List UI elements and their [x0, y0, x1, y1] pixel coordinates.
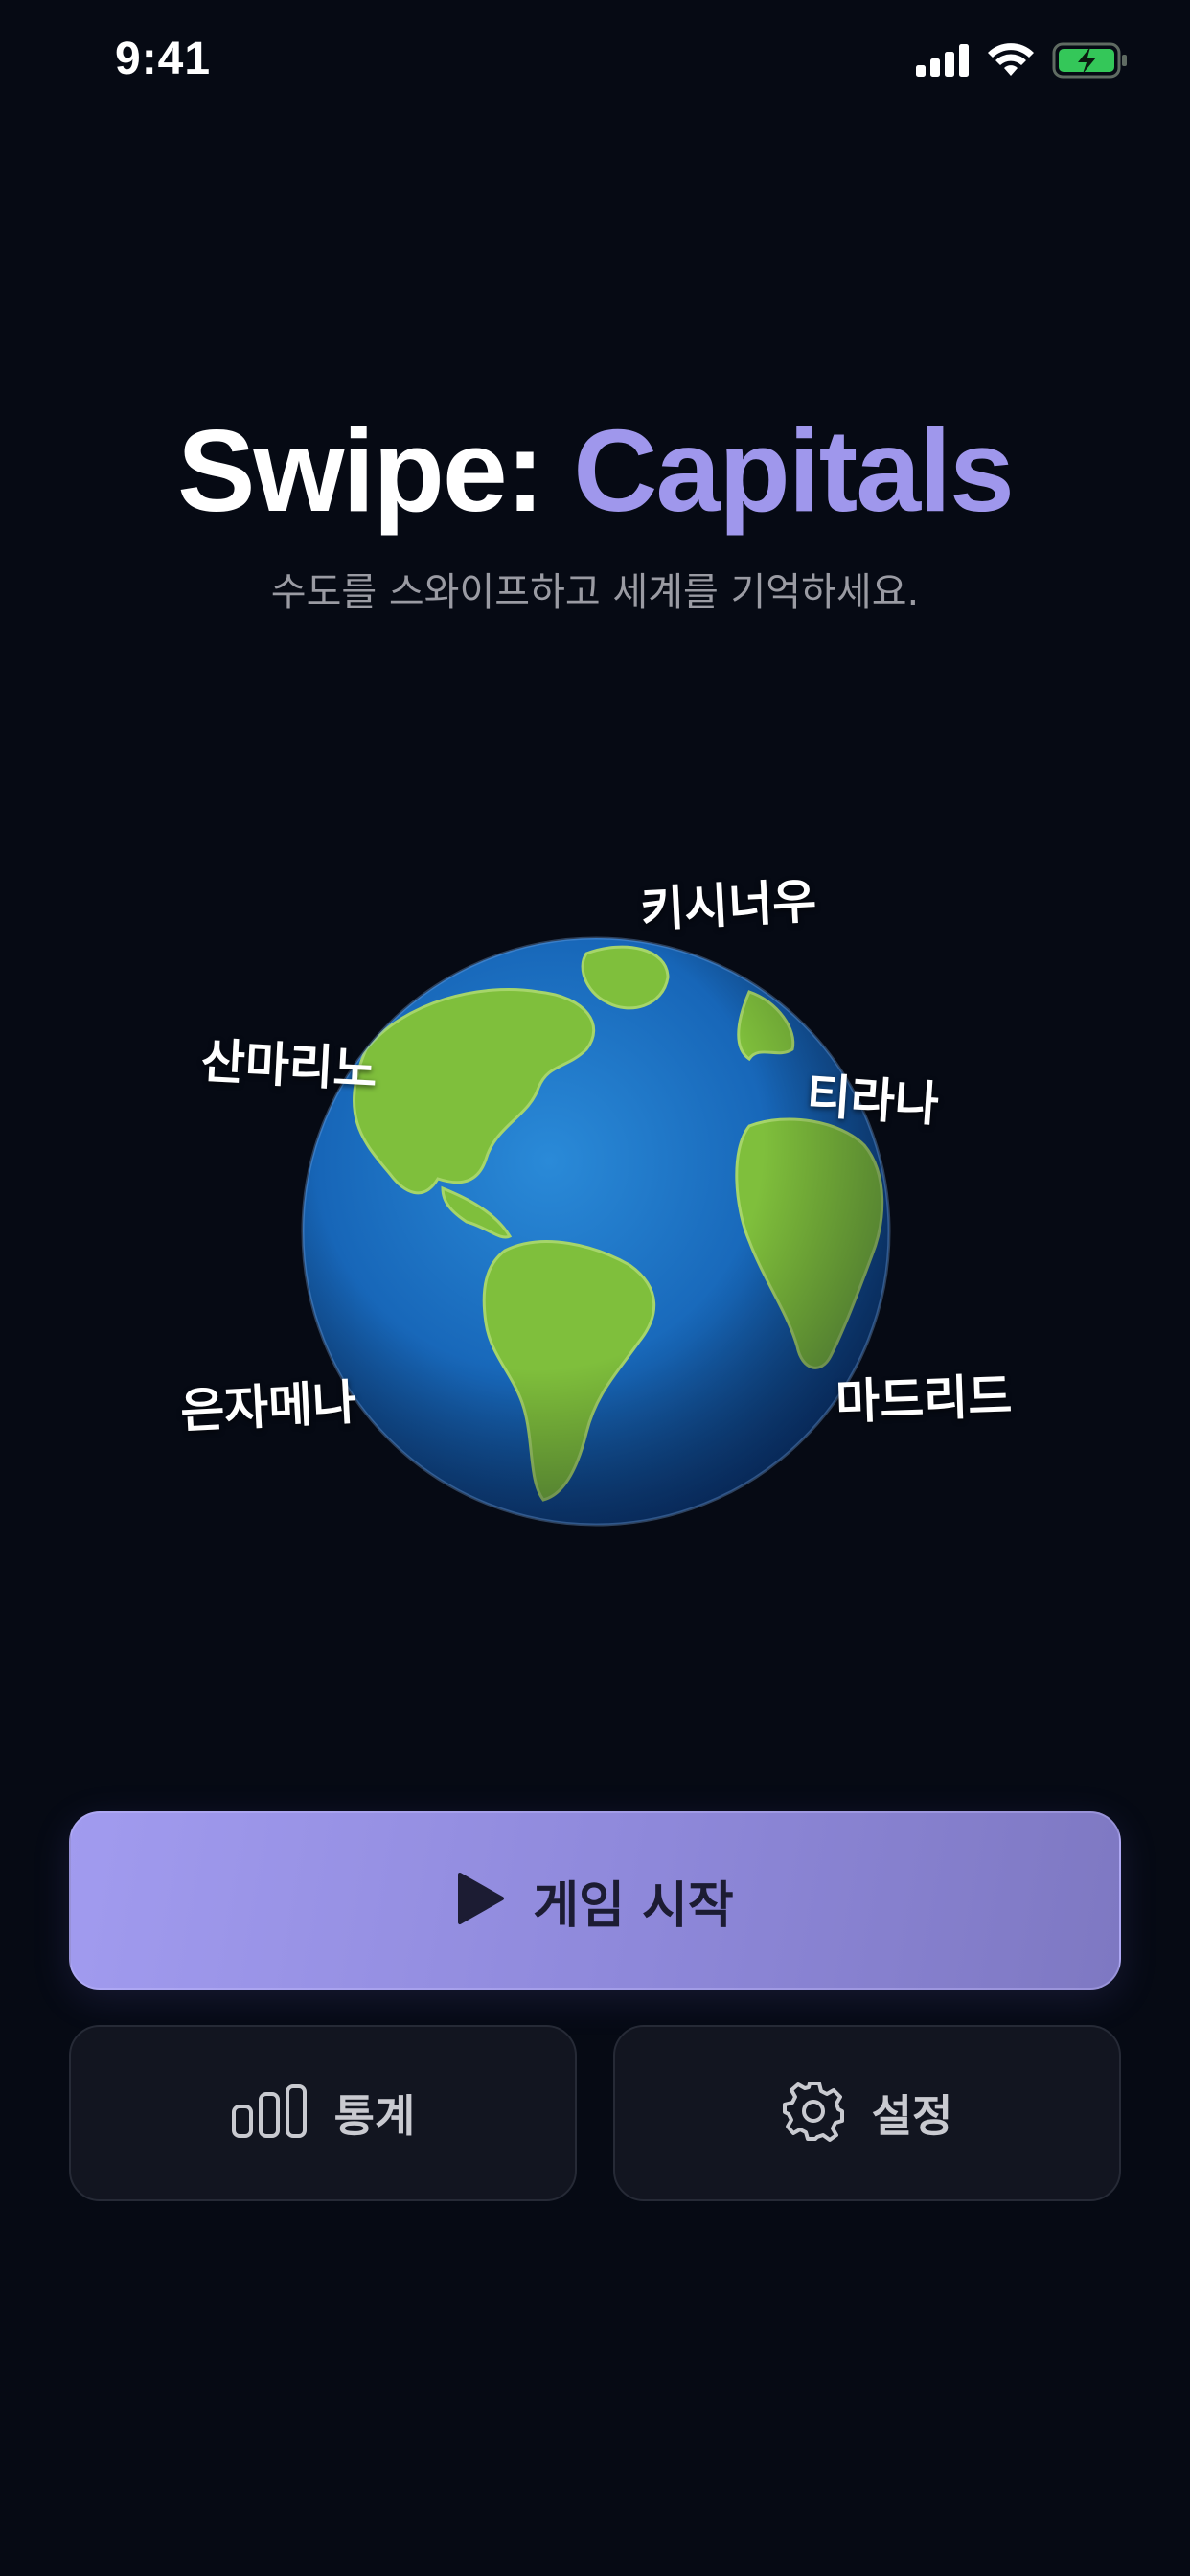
capital-label: 키시너우	[638, 873, 818, 938]
bar-chart-icon	[231, 2083, 308, 2143]
status-bar: 9:41	[0, 0, 1190, 125]
globe-icon	[299, 934, 893, 1529]
stats-label: 통계	[333, 2090, 416, 2142]
app-subtitle: 수도를 스와이프하고 세계를 기억하세요.	[270, 570, 920, 614]
app-title-part1: Swipe:	[177, 405, 544, 536]
status-time: 9:41	[115, 34, 212, 84]
capital-label: 마드리드	[835, 1368, 1014, 1431]
app-title: Swipe: Capitals	[0, 412, 1190, 529]
start-game-label: 게임 시작	[533, 1876, 734, 1935]
play-icon	[456, 1871, 506, 1930]
wifi-icon	[987, 43, 1035, 81]
app-title-part2: Capitals	[573, 405, 1015, 536]
start-game-button[interactable]: 게임 시작	[69, 1811, 1121, 1990]
capital-label: 티라나	[804, 1068, 941, 1133]
capital-label: 은자메나	[178, 1374, 358, 1439]
settings-label: 설정	[871, 2090, 953, 2142]
settings-button[interactable]: 설정	[613, 2025, 1121, 2201]
stats-button[interactable]: 통계	[69, 2025, 577, 2201]
capital-label: 산마리노	[199, 1033, 379, 1098]
status-icons	[916, 42, 1129, 82]
battery-charging-icon	[1052, 42, 1129, 82]
gear-icon	[782, 2080, 845, 2147]
signal-icon	[916, 44, 970, 80]
